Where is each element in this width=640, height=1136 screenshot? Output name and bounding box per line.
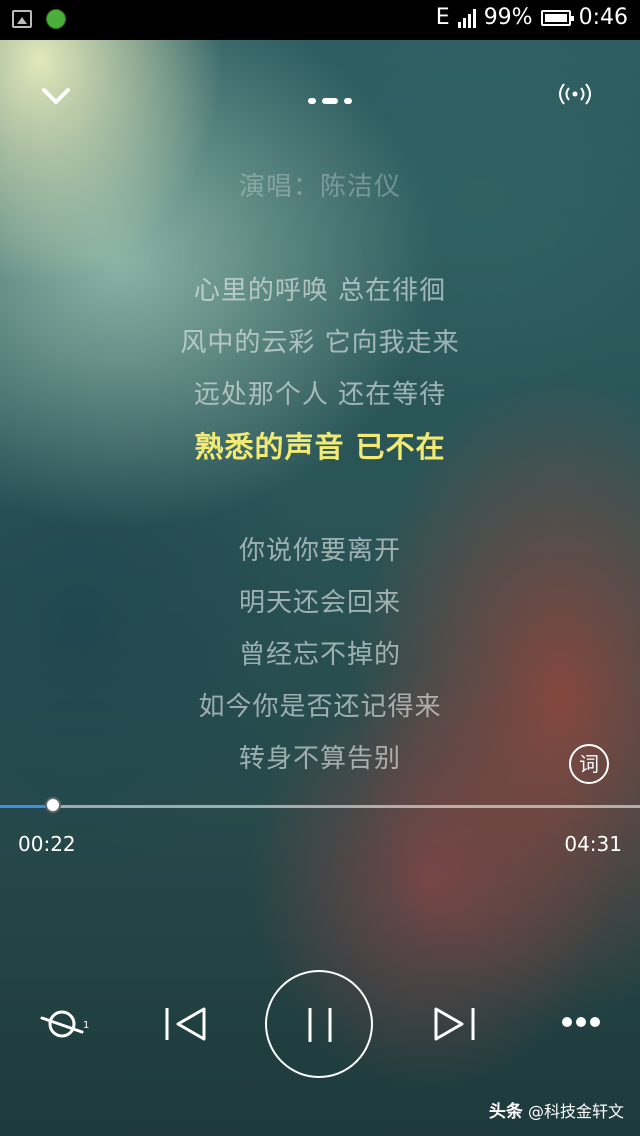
broadcast-icon[interactable]	[558, 82, 592, 106]
watermark-brand: 头条	[488, 1102, 523, 1122]
next-track-icon[interactable]	[430, 1006, 478, 1042]
chevron-down-icon[interactable]	[38, 78, 74, 114]
lyric-line: 风中的云彩 它向我走来	[180, 328, 460, 358]
battery-percent: 99%	[483, 5, 533, 30]
status-bar: E 99% 0:46	[0, 0, 640, 40]
watermark: 头条 @科技金轩文	[489, 1097, 624, 1122]
lyric-line: 远处那个人 还在等待	[193, 380, 447, 410]
svg-text:1: 1	[83, 1020, 89, 1031]
pause-button[interactable]	[265, 970, 373, 1078]
artist-line: 演唱：陈洁仪	[238, 172, 401, 202]
lyric-line: 如今你是否还记得来	[198, 692, 442, 722]
app-notification-icon	[46, 9, 66, 29]
lyrics-toggle-button[interactable]: 词	[569, 744, 609, 784]
progress-thumb[interactable]	[44, 797, 61, 813]
signal-icon	[457, 8, 476, 28]
watermark-handle: @科技金轩文	[527, 1102, 624, 1121]
more-icon[interactable]	[560, 1014, 602, 1030]
battery-icon	[540, 9, 574, 26]
lyric-line: 明天还会回来	[238, 588, 401, 618]
progress-bar[interactable]	[0, 797, 640, 813]
loop-once-icon[interactable]: 1	[38, 1006, 90, 1042]
clock: 0:46	[578, 5, 628, 30]
lyric-line: 曾经忘不掉的	[238, 640, 401, 670]
lyric-line-active: 熟悉的声音 已不在	[194, 430, 446, 464]
pause-icon	[308, 1008, 332, 1042]
network-type: E	[435, 5, 450, 30]
player-top-bar	[0, 60, 640, 130]
total-time: 04:31	[564, 832, 622, 856]
previous-track-icon[interactable]	[162, 1006, 210, 1042]
page-dots-icon	[308, 98, 352, 104]
lyric-line: 心里的呼唤 总在徘徊	[193, 276, 447, 306]
elapsed-time: 00:22	[18, 832, 76, 856]
lyric-line: 你说你要离开	[238, 536, 401, 566]
playback-controls: 1	[0, 968, 640, 1078]
lyric-line: 转身不算告别	[238, 744, 401, 774]
gallery-notification-icon	[12, 10, 32, 28]
